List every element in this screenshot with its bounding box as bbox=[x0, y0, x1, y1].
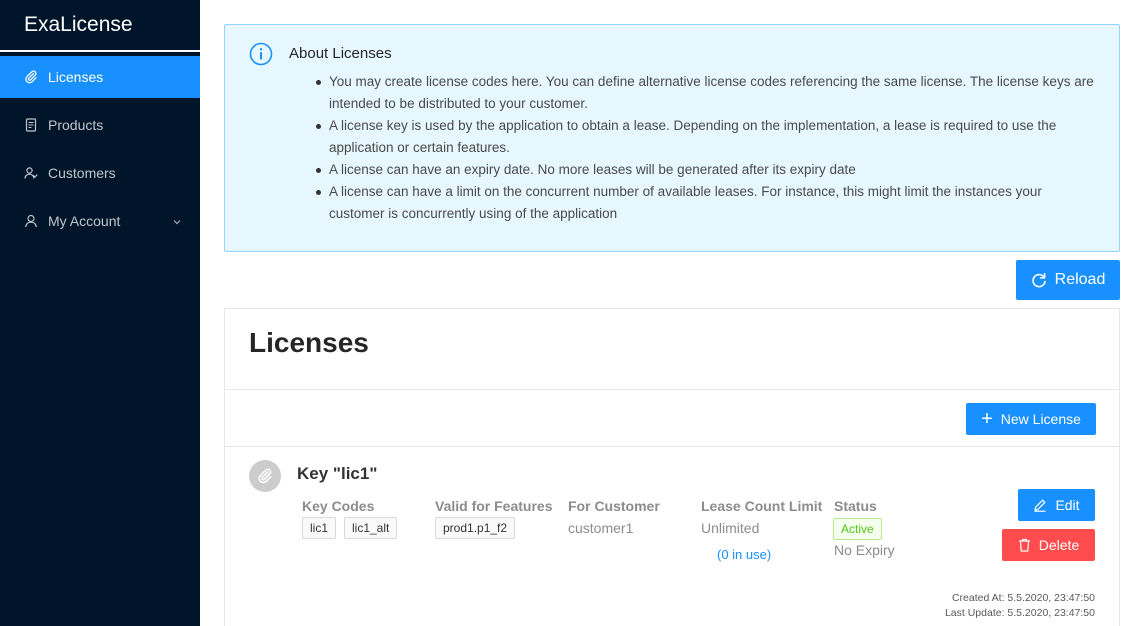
column-customer: For Customer bbox=[568, 498, 660, 514]
paperclip-icon bbox=[24, 70, 38, 84]
edit-button[interactable]: Edit bbox=[1018, 489, 1095, 521]
page-title: Licenses bbox=[249, 327, 369, 358]
info-bullets: You may create license codes here. You c… bbox=[316, 71, 1099, 225]
sidebar-item-customers[interactable]: Customers bbox=[0, 152, 200, 194]
feature-tag: prod1.p1_f2 bbox=[435, 517, 516, 539]
column-features: Valid for Features bbox=[435, 498, 553, 514]
delete-button[interactable]: Delete bbox=[1002, 529, 1095, 561]
sidebar-item-my-account[interactable]: My Account bbox=[0, 200, 200, 242]
created-at: Created At: 5.5.2020, 23:47:50 bbox=[951, 592, 1095, 604]
new-license-button[interactable]: + New License bbox=[966, 403, 1096, 435]
info-bullet: A license key is used by the application… bbox=[316, 115, 1099, 159]
info-alert: About Licenses You may create license co… bbox=[224, 24, 1120, 252]
main-content: About Licenses You may create license co… bbox=[200, 0, 1144, 626]
avatar bbox=[249, 460, 281, 492]
status-badge: Active bbox=[833, 518, 882, 540]
sidebar: ExaLicense Licenses Products Customers M… bbox=[0, 0, 200, 626]
delete-label: Delete bbox=[1038, 537, 1080, 553]
sidebar-nav: Licenses Products Customers My Account bbox=[0, 56, 200, 242]
column-status: Status bbox=[834, 498, 877, 514]
sidebar-item-label: Products bbox=[48, 117, 104, 133]
reload-label: Reload bbox=[1054, 271, 1106, 288]
reload-icon bbox=[1031, 273, 1046, 288]
sidebar-item-label: Licenses bbox=[48, 69, 104, 85]
user-icon bbox=[24, 214, 38, 228]
document-icon bbox=[24, 118, 38, 132]
leases-in-use-link[interactable]: (0 in use) bbox=[717, 547, 771, 562]
sidebar-item-label: My Account bbox=[48, 213, 121, 229]
trash-icon bbox=[1018, 538, 1030, 552]
lease-limit-value: Unlimited bbox=[701, 520, 760, 536]
plus-icon: + bbox=[981, 408, 993, 430]
paperclip-icon bbox=[258, 468, 272, 484]
divider bbox=[225, 446, 1119, 447]
expiry-value: No Expiry bbox=[834, 542, 895, 558]
sidebar-item-label: Customers bbox=[48, 165, 116, 181]
reload-button[interactable]: Reload bbox=[1016, 260, 1120, 300]
last-update: Last Update: 5.5.2020, 23:47:50 bbox=[944, 607, 1095, 619]
column-lease-limit: Lease Count Limit bbox=[701, 498, 823, 514]
customer-value: customer1 bbox=[568, 520, 634, 536]
key-code-tag: lic1 bbox=[302, 517, 337, 539]
chevron-down-icon bbox=[172, 214, 182, 230]
info-bullet: A license can have an expiry date. No mo… bbox=[316, 159, 1099, 181]
licenses-card: Licenses + New License Key "lic1" Key Co… bbox=[224, 308, 1120, 626]
info-bullet: You may create license codes here. You c… bbox=[316, 71, 1099, 115]
key-code-tag: lic1_alt bbox=[344, 517, 398, 539]
edit-icon bbox=[1034, 499, 1046, 512]
users-icon bbox=[24, 166, 38, 180]
new-license-label: New License bbox=[1000, 411, 1081, 427]
sidebar-item-licenses[interactable]: Licenses bbox=[0, 56, 200, 98]
info-circle-icon bbox=[249, 42, 273, 71]
license-key-title: Key "lic1" bbox=[297, 464, 378, 483]
info-title: About Licenses bbox=[289, 45, 392, 62]
divider bbox=[225, 389, 1119, 390]
sidebar-item-products[interactable]: Products bbox=[0, 104, 200, 146]
info-bullet: A license can have a limit on the concur… bbox=[316, 181, 1099, 225]
edit-label: Edit bbox=[1055, 497, 1080, 513]
column-key-codes: Key Codes bbox=[302, 498, 375, 514]
app-title: ExaLicense bbox=[0, 0, 200, 52]
